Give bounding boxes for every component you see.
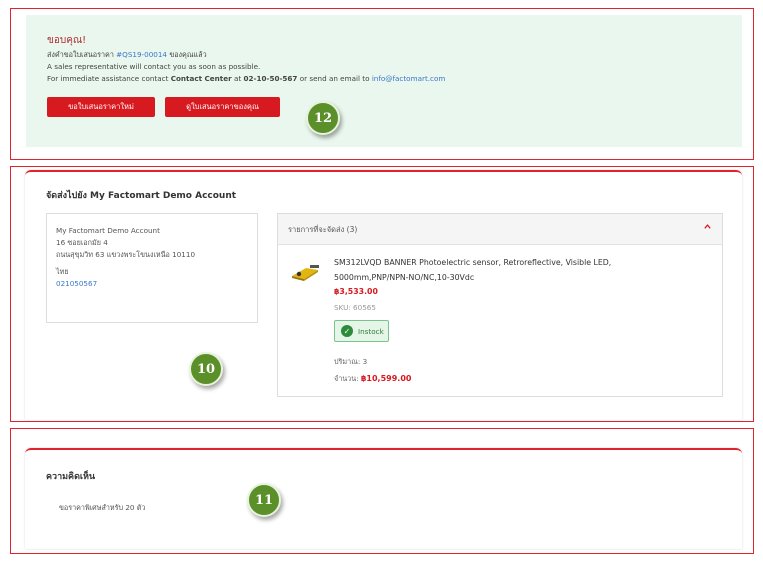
chevron-up-icon[interactable] [703,222,712,234]
quote-sent-message: ส่งคำขอใบเสนอราคา #QS19-00014 ของคุณแล้ว [47,50,207,61]
assistance-email-prefix: or send an email to [299,74,370,83]
items-panel-header[interactable]: รายการที่จะจัดส่ง (3) [278,214,722,245]
check-circle-icon: ✓ [341,325,353,337]
shipping-items-panel: รายการที่จะจัดส่ง (3) SM312LVQD BANNER P… [277,213,723,397]
address-line1: 16 ซอยเอกมัย 4 [56,238,108,247]
stock-status-badge: ✓ Instock [334,320,389,342]
product-quantity: ปริมาณ: 3 [334,357,368,366]
contact-center-label: Contact Center [170,74,232,83]
total-label: จำนวน: [334,374,359,383]
total-value: ฿10,599.00 [360,374,412,383]
assistance-at: at [233,74,242,83]
items-header-label: รายการที่จะจัดส่ง (3) [288,225,358,234]
new-quote-button[interactable]: ขอใบเสนอราคาใหม่ [47,97,155,117]
step-badge-10: 10 [189,352,223,386]
shipping-title: จัดส่งไปยัง My Factomart Demo Account [46,191,237,201]
shipping-address-box: My Factomart Demo Account 16 ซอยเอกมัย 4… [46,213,258,323]
quote-number-link[interactable]: #QS19-00014 [116,50,167,59]
comments-card [25,448,742,549]
quote-sent-prefix: ส่งคำขอใบเสนอราคา [47,50,114,59]
step-badge-12: 12 [306,101,340,135]
address-country: ไทย [56,267,69,276]
assistance-message: For immediate assistance contact Contact… [47,74,445,83]
email-link[interactable]: info@factomart.com [372,74,446,83]
contact-phone: 02-10-50-567 [243,74,298,83]
quote-sent-suffix: ของคุณแล้ว [169,50,207,59]
sales-rep-message: A sales representative will contact you … [47,62,261,71]
comments-title: ความคิดเห็น [46,472,96,482]
thanks-title: ขอบคุณ! [47,35,87,46]
step-badge-11: 11 [247,483,281,517]
product-total: จำนวน: ฿10,599.00 [334,374,411,385]
address-phone: 021050567 [56,279,98,288]
photoelectric-sensor-image[interactable] [290,262,322,286]
product-sku: SKU: 60565 [334,303,376,312]
product-price: ฿3,533.00 [334,287,378,296]
assistance-prefix: For immediate assistance contact [47,74,169,83]
thank-you-panel: ขอบคุณ! ส่งคำขอใบเสนอราคา #QS19-00014 ขอ… [26,15,742,147]
view-quote-button[interactable]: ดูใบเสนอราคาของคุณ [165,97,280,117]
stock-status-label: Instock [358,326,384,336]
address-name: My Factomart Demo Account [56,226,160,235]
product-name[interactable]: SM312LVQD BANNER Photoelectric sensor, R… [334,255,674,285]
address-line2: ถนนสุขุมวิท 63 แขวงพระโขนงเหนือ 10110 [56,250,196,259]
comment-text: ขอราคาพิเศษสำหรับ 20 ตัว [59,503,146,512]
